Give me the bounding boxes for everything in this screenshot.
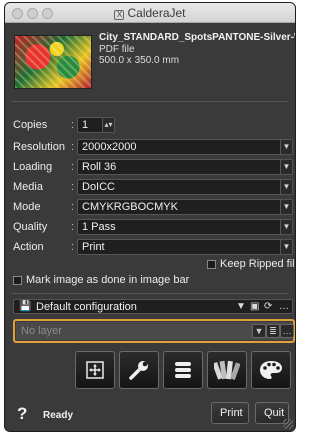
quality-value: 1 Pass bbox=[82, 221, 116, 233]
file-name: City_STANDARD_SpotsPANTONE-Silver-White-… bbox=[99, 32, 295, 43]
resolution-select[interactable]: 2000x2000 ▼ bbox=[77, 139, 293, 155]
chevron-down-icon: ▼ bbox=[280, 200, 292, 214]
wrench-icon bbox=[129, 361, 148, 380]
chevron-down-icon[interactable]: ▼ bbox=[252, 324, 266, 338]
app-icon: X bbox=[114, 10, 125, 20]
palette-tool-button[interactable] bbox=[251, 351, 291, 389]
settings-tool-button[interactable] bbox=[119, 351, 159, 389]
layer-manager-icon[interactable]: ≣ bbox=[266, 324, 280, 338]
mode-select[interactable]: CMYKRGBOCMYK ▼ bbox=[77, 199, 293, 215]
mark-done-label: Mark image as done in image bar bbox=[26, 274, 190, 286]
chevron-down-icon: ▼ bbox=[280, 180, 292, 194]
resolution-row: Resolution : 2000x2000 ▼ bbox=[13, 139, 293, 155]
mark-done-option[interactable]: Mark image as done in image bar bbox=[13, 273, 189, 287]
configuration-icon: 💾 bbox=[19, 301, 32, 312]
chevron-down-icon: ▼ bbox=[280, 240, 292, 254]
keep-ripped-option[interactable]: Keep Ripped file bbox=[207, 257, 296, 271]
copies-stepper[interactable]: 1 ▴▾ bbox=[77, 117, 115, 133]
configuration-value: Default configuration bbox=[36, 301, 137, 313]
chevron-down-icon[interactable]: ▼ bbox=[236, 301, 246, 312]
colon: : bbox=[71, 221, 75, 233]
chevron-down-icon: ▼ bbox=[280, 140, 292, 154]
media-select[interactable]: DoICC ▼ bbox=[77, 179, 293, 195]
configuration-select[interactable]: 💾 Default configuration ▼ ▣ ⟳ … bbox=[13, 299, 293, 314]
keep-ripped-checkbox[interactable] bbox=[207, 259, 216, 269]
color-swatch-tool-button[interactable] bbox=[207, 351, 247, 389]
stack-icon bbox=[175, 362, 191, 378]
loading-row: Loading : Roll 36 ▼ bbox=[13, 159, 293, 175]
colon: : bbox=[71, 241, 75, 253]
stepper-arrows-icon[interactable]: ▴▾ bbox=[102, 118, 114, 132]
layer-placeholder: No layer bbox=[21, 325, 62, 337]
mode-row: Mode : CMYKRGBOCMYK ▼ bbox=[13, 199, 293, 215]
save-config-icon[interactable]: ▣ bbox=[250, 301, 259, 312]
media-label: Media bbox=[13, 181, 43, 193]
loading-label: Loading bbox=[13, 161, 53, 173]
layer-panel: No layer ▼ ≣ … bbox=[13, 319, 295, 343]
swatch-fan-icon bbox=[214, 360, 240, 381]
divider bbox=[11, 101, 289, 102]
divider bbox=[11, 293, 289, 294]
move-layout-icon bbox=[86, 361, 104, 379]
media-row: Media : DoICC ▼ bbox=[13, 179, 293, 195]
colon: : bbox=[71, 119, 75, 131]
more-options-icon[interactable]: … bbox=[279, 301, 289, 312]
layer-panel-inner: No layer ▼ ≣ … bbox=[16, 322, 294, 340]
mode-value: CMYKRGBOCMYK bbox=[82, 201, 178, 213]
bottom-bar: ? Ready Print Quit bbox=[5, 397, 295, 431]
keep-ripped-label: Keep Ripped file bbox=[220, 258, 296, 270]
palette-icon bbox=[260, 361, 282, 379]
queue-tool-button[interactable] bbox=[163, 351, 203, 389]
chevron-down-icon: ▼ bbox=[280, 160, 292, 174]
refresh-icon[interactable]: ⟳ bbox=[264, 301, 272, 312]
quality-select[interactable]: 1 Pass ▼ bbox=[77, 219, 293, 235]
copies-value: 1 bbox=[82, 119, 89, 131]
colon: : bbox=[71, 201, 75, 213]
colon: : bbox=[71, 181, 75, 193]
quality-label: Quality bbox=[13, 221, 48, 233]
mark-done-checkbox[interactable] bbox=[13, 275, 22, 285]
window-title: CalderaJet bbox=[127, 6, 186, 20]
layer-select[interactable]: No layer bbox=[18, 324, 250, 338]
action-value: Print bbox=[82, 241, 105, 253]
calderajet-window: X CalderaJet City_STANDARD_SpotsPANTONE-S… bbox=[4, 2, 296, 432]
resolution-label: Resolution bbox=[13, 141, 65, 153]
colon: : bbox=[71, 161, 75, 173]
quality-row: Quality : 1 Pass ▼ bbox=[13, 219, 293, 235]
layout-tool-button[interactable] bbox=[75, 351, 115, 389]
more-options-icon[interactable]: … bbox=[280, 324, 294, 338]
resolution-value: 2000x2000 bbox=[82, 141, 137, 153]
resize-grip[interactable] bbox=[283, 419, 293, 429]
action-select[interactable]: Print ▼ bbox=[77, 239, 293, 255]
file-size: 500.0 x 350.0 mm bbox=[99, 55, 180, 66]
media-value: DoICC bbox=[82, 181, 116, 193]
title-bar: X CalderaJet bbox=[5, 3, 295, 23]
file-type: PDF file bbox=[99, 44, 135, 55]
copies-row: Copies : 1 ▴▾ bbox=[13, 117, 293, 133]
chevron-down-icon: ▼ bbox=[280, 220, 292, 234]
action-row: Action : Print ▼ bbox=[13, 239, 293, 255]
loading-value: Roll 36 bbox=[82, 161, 117, 173]
help-button[interactable]: ? bbox=[17, 404, 27, 424]
window-title-wrap: X CalderaJet bbox=[5, 6, 295, 20]
print-button[interactable]: Print bbox=[211, 402, 249, 424]
loading-select[interactable]: Roll 36 ▼ bbox=[77, 159, 293, 175]
action-label: Action bbox=[13, 241, 44, 253]
colon: : bbox=[71, 141, 75, 153]
copies-label: Copies bbox=[13, 119, 48, 131]
mode-label: Mode bbox=[13, 201, 41, 213]
status-text: Ready bbox=[43, 410, 74, 421]
file-thumbnail bbox=[14, 35, 92, 89]
